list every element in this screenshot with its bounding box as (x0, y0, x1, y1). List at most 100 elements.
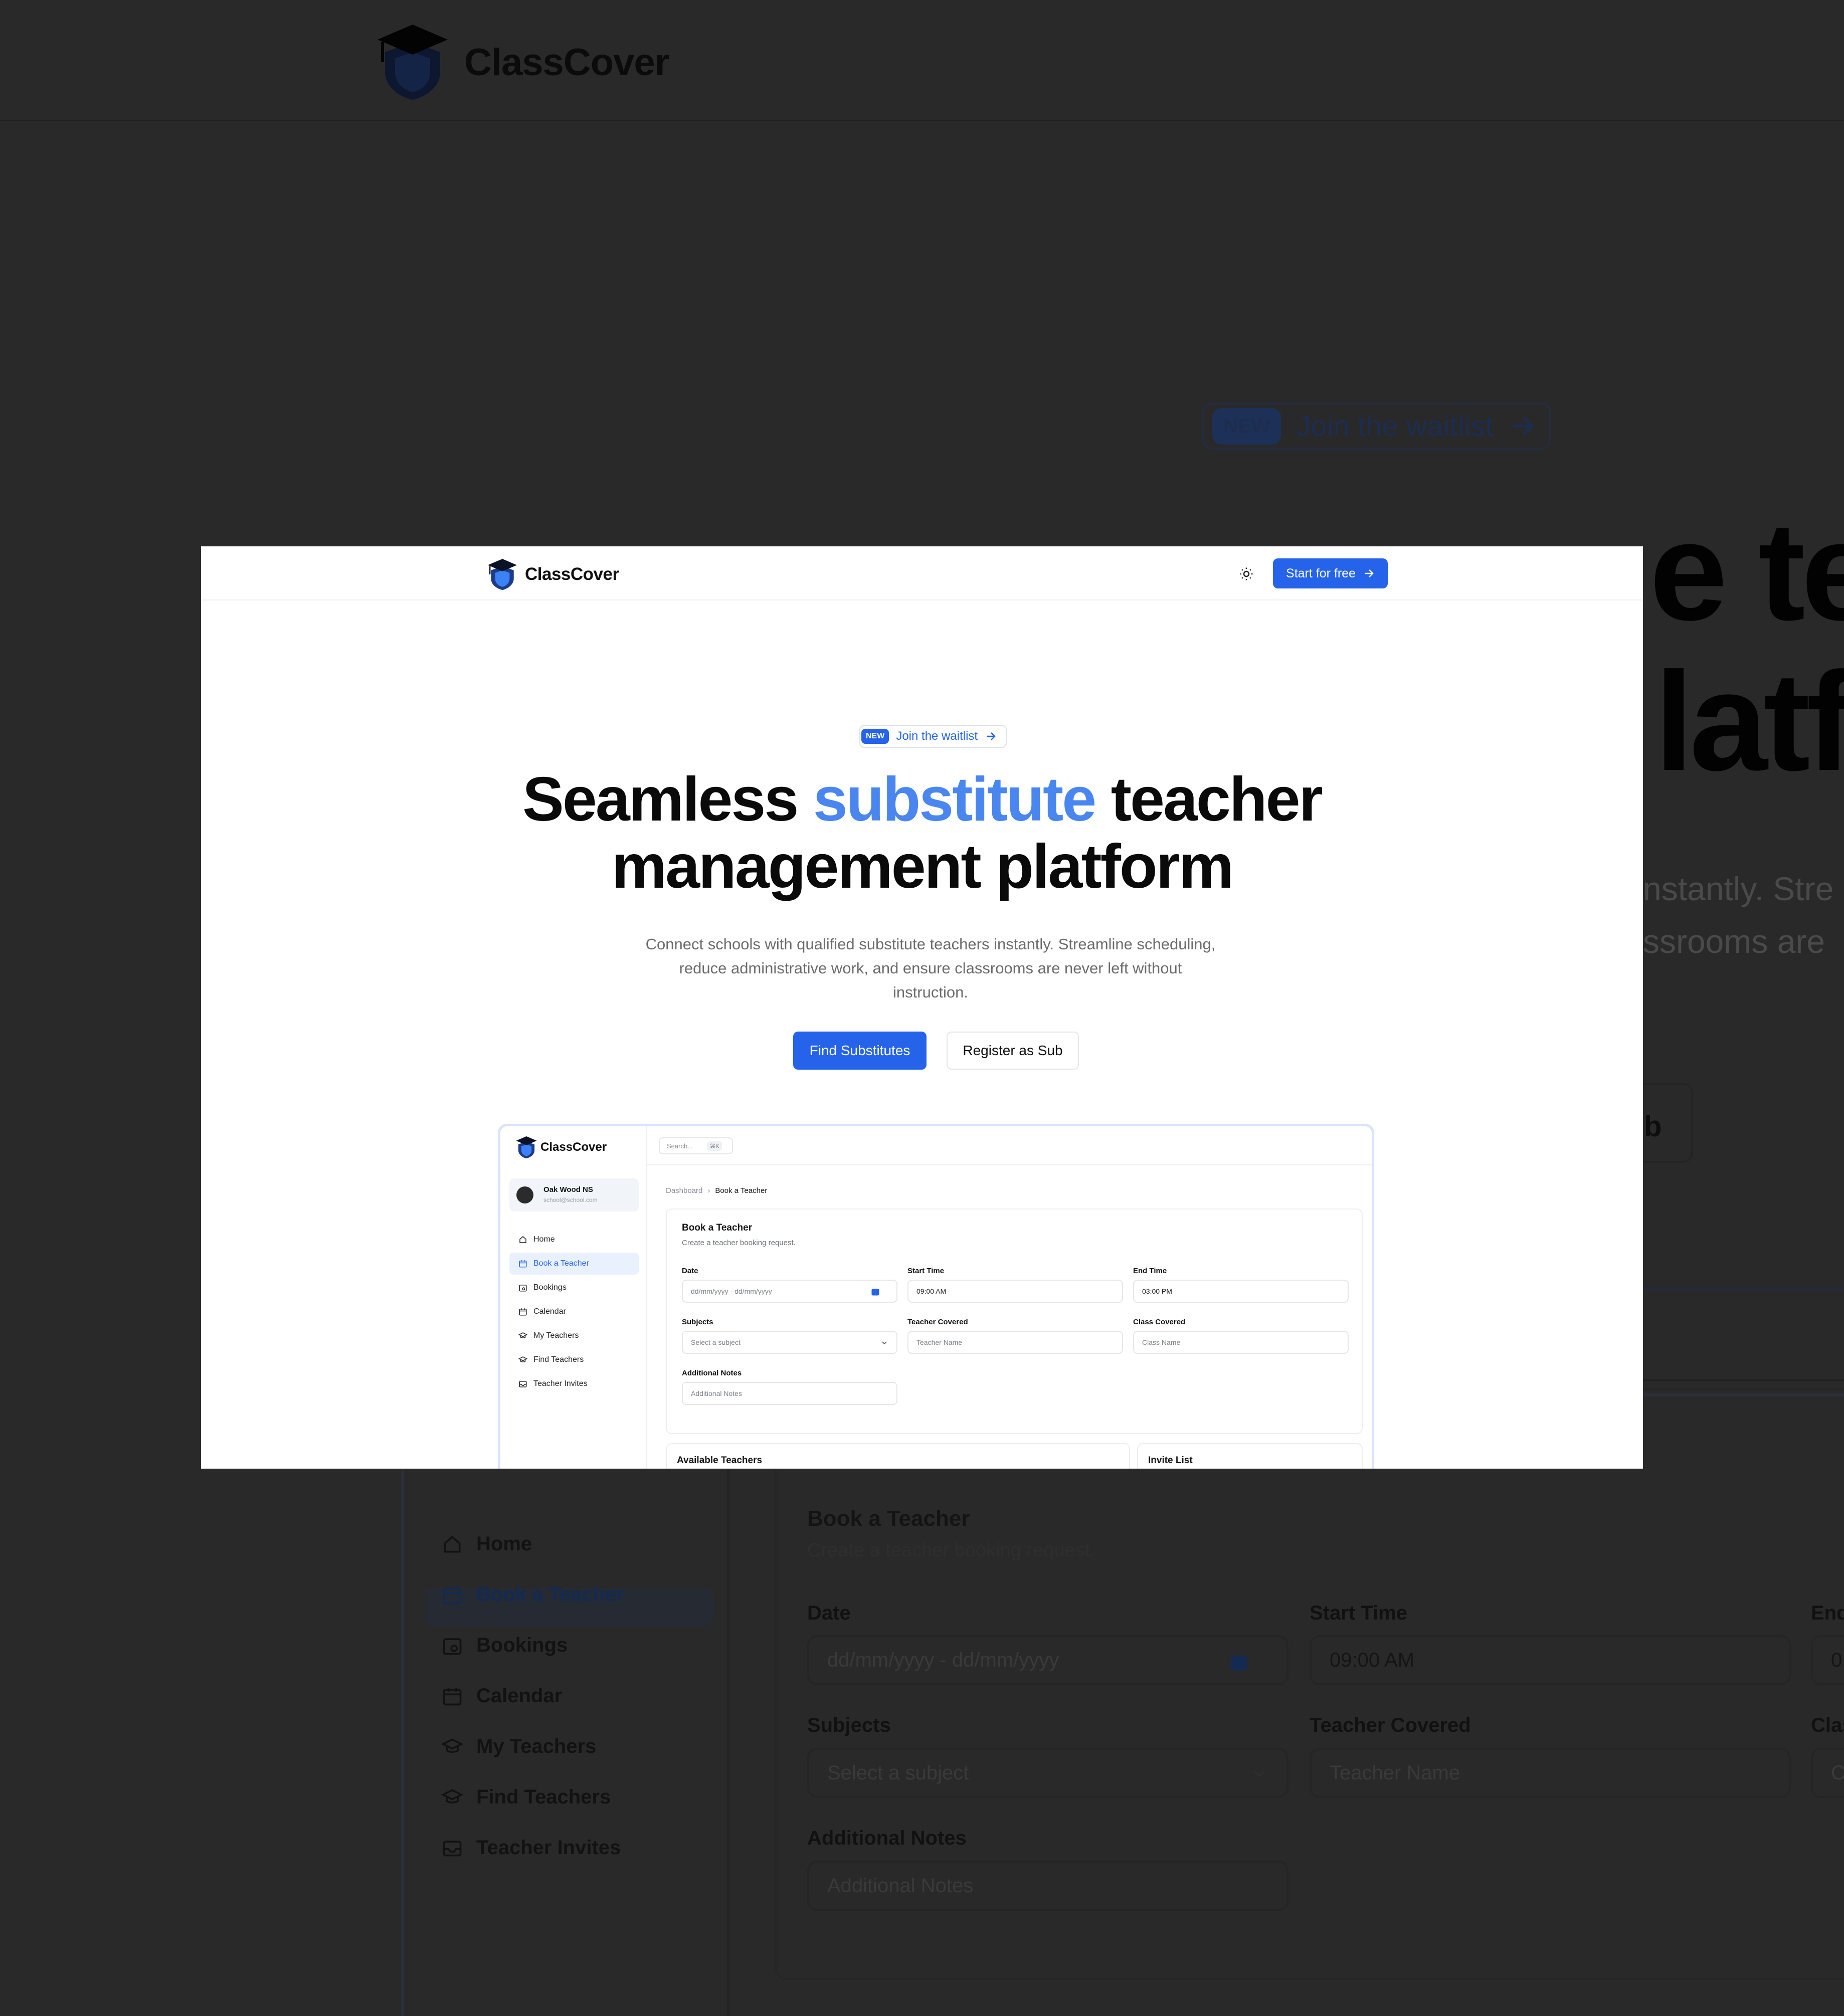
book-teacher-card: Book a Teacher Create a teacher booking … (666, 1208, 1363, 1434)
background-sidebar-border (727, 1381, 729, 2016)
calendar-icon (1230, 1656, 1247, 1671)
org-name: Oak Wood NS (543, 1185, 593, 1194)
background-sidebar-my-teachers: My Teachers (441, 1735, 624, 1758)
preview-sidebar: ClassCover Oak Wood NS school@school.com… (500, 1126, 647, 1469)
background-teacher-label: Teacher Covered (1310, 1714, 1471, 1736)
background-start-label: Start Time (1310, 1602, 1407, 1624)
background-preview-edge (1643, 1288, 1844, 1291)
preview-topbar: Search... ⌘K (647, 1126, 1372, 1165)
hero-subtitle: Connect schools with qualified substitut… (645, 935, 1216, 1001)
background-class-label: Clas (1811, 1714, 1844, 1736)
subjects-label: Subjects (682, 1318, 713, 1326)
preview-brand-name: ClassCover (540, 1140, 607, 1154)
class-covered-label: Class Covered (1133, 1318, 1186, 1326)
invite-list-title: Invite List (1148, 1455, 1193, 1466)
end-time-label: End Time (1133, 1267, 1167, 1275)
card-description: Create a teacher booking request. (682, 1239, 796, 1247)
app-preview: ClassCover Oak Wood NS school@school.com… (498, 1124, 1374, 1469)
sun-icon (1240, 567, 1253, 580)
org-email: school@school.com (543, 1196, 598, 1203)
preview-sidebar-nav: Home Book a Teacher Bookings Calendar My… (509, 1229, 639, 1397)
sidebar-item-teacher-invites[interactable]: Teacher Invites (509, 1373, 639, 1395)
home-icon (519, 1236, 526, 1243)
waitlist-pill[interactable]: NEW Join the waitlist (859, 725, 1007, 748)
new-badge: NEW (861, 729, 889, 744)
calendar-plus-icon (443, 1586, 462, 1604)
background-sidebar-find-teachers: Find Teachers (441, 1786, 624, 1808)
background-teacher-field: Teacher Name (1310, 1748, 1791, 1798)
hero-title-accent: substitute (813, 765, 1096, 834)
graduation-cap-icon (518, 1356, 527, 1362)
chevron-down-icon (1254, 1771, 1265, 1778)
sidebar-item-book-a-teacher[interactable]: Book a Teacher (509, 1253, 639, 1275)
search-placeholder: Search... (667, 1142, 693, 1150)
background-new-badge: NEW (1212, 408, 1281, 445)
background-brand: ClassCover (375, 22, 669, 102)
sidebar-item-calendar[interactable]: Calendar (509, 1301, 639, 1323)
background-button-fragment: b (1643, 1083, 1693, 1163)
background-date-field: dd/mm/yyyy - dd/mm/yyyy (807, 1635, 1288, 1685)
graduation-cap-icon (441, 1788, 463, 1803)
search-shortcut: ⌘K (707, 1141, 722, 1151)
start-for-free-label: Start for free (1286, 566, 1356, 580)
subjects-select[interactable]: Select a subject (682, 1331, 897, 1354)
date-range-field[interactable]: dd/mm/yyyy - dd/mm/yyyy (682, 1280, 897, 1303)
background-sub-fragment-2: ssrooms are (1643, 923, 1825, 960)
start-for-free-button[interactable]: Start for free (1273, 558, 1388, 588)
background-notes-label: Additional Notes (807, 1827, 967, 1849)
background-card-desc: Create a teacher booking request. (807, 1540, 1095, 1561)
sidebar-item-bookings[interactable]: Bookings (509, 1277, 639, 1299)
sidebar-item-find-teachers[interactable]: Find Teachers (509, 1349, 639, 1371)
calendar-icon (443, 1688, 462, 1705)
breadcrumb-separator: › (707, 1186, 710, 1195)
end-time-field[interactable]: 03:00 PM (1133, 1280, 1349, 1303)
background-sidebar-calendar: Calendar (441, 1685, 624, 1707)
background-end-field: 0 (1811, 1635, 1844, 1685)
card-title: Book a Teacher (682, 1223, 753, 1233)
shield-cap-icon (488, 559, 517, 590)
brand-name: ClassCover (525, 564, 619, 584)
background-pill-text: Join the waitlist (1296, 410, 1494, 443)
background-start-field: 09:00 AM (1310, 1635, 1791, 1685)
inbox-icon (443, 1840, 462, 1856)
date-label: Date (682, 1267, 698, 1275)
calendar-clock-icon (443, 1638, 462, 1655)
chevron-down-icon (882, 1341, 887, 1345)
notes-label: Additional Notes (682, 1369, 742, 1377)
available-teachers-card: Available Teachers (666, 1443, 1130, 1469)
sidebar-item-home[interactable]: Home (509, 1229, 639, 1251)
find-substitutes-button[interactable]: Find Substitutes (793, 1032, 927, 1070)
theme-toggle-button[interactable] (1234, 561, 1259, 586)
background-sidebar-invites: Teacher Invites (441, 1837, 624, 1859)
background-brand-name: ClassCover (464, 41, 669, 84)
breadcrumb-dashboard[interactable]: Dashboard (666, 1186, 702, 1195)
notes-input[interactable]: Additional Notes (682, 1382, 897, 1405)
brand-logo[interactable]: ClassCover (487, 557, 619, 591)
graduation-cap-icon (518, 1332, 527, 1338)
breadcrumb-current: Book a Teacher (715, 1186, 768, 1195)
arrow-right-icon (1364, 569, 1374, 577)
calendar-icon (519, 1308, 527, 1316)
search-input[interactable]: Search... ⌘K (659, 1137, 733, 1154)
available-teachers-title: Available Teachers (677, 1455, 763, 1466)
register-as-sub-button[interactable]: Register as Sub (947, 1032, 1079, 1070)
background-sidebar-bookings: Bookings (441, 1634, 624, 1657)
teacher-covered-label: Teacher Covered (907, 1318, 968, 1326)
shield-cap-icon (378, 25, 448, 100)
graduation-cap-icon (441, 1738, 463, 1753)
calendar-icon (871, 1289, 879, 1296)
avatar (516, 1186, 533, 1203)
start-time-field[interactable]: 09:00 AM (907, 1280, 1123, 1303)
breadcrumb: Dashboard › Book a Teacher (666, 1186, 767, 1195)
sidebar-item-my-teachers[interactable]: My Teachers (509, 1325, 639, 1347)
background-class-field: C (1811, 1748, 1844, 1798)
org-switcher[interactable]: Oak Wood NS school@school.com (509, 1178, 639, 1212)
background-card-title: Book a Teacher (807, 1506, 970, 1531)
class-covered-input[interactable]: Class Name (1133, 1331, 1349, 1354)
background-hero-fragment-1: e te (1649, 493, 1844, 650)
start-time-label: Start Time (907, 1267, 945, 1275)
background-subjects-field: Select a subject (807, 1748, 1288, 1798)
background-sidebar: Home Book a Teacher Bookings Calendar My… (441, 1533, 624, 1859)
home-icon (444, 1535, 461, 1552)
teacher-covered-input[interactable]: Teacher Name (907, 1331, 1123, 1354)
